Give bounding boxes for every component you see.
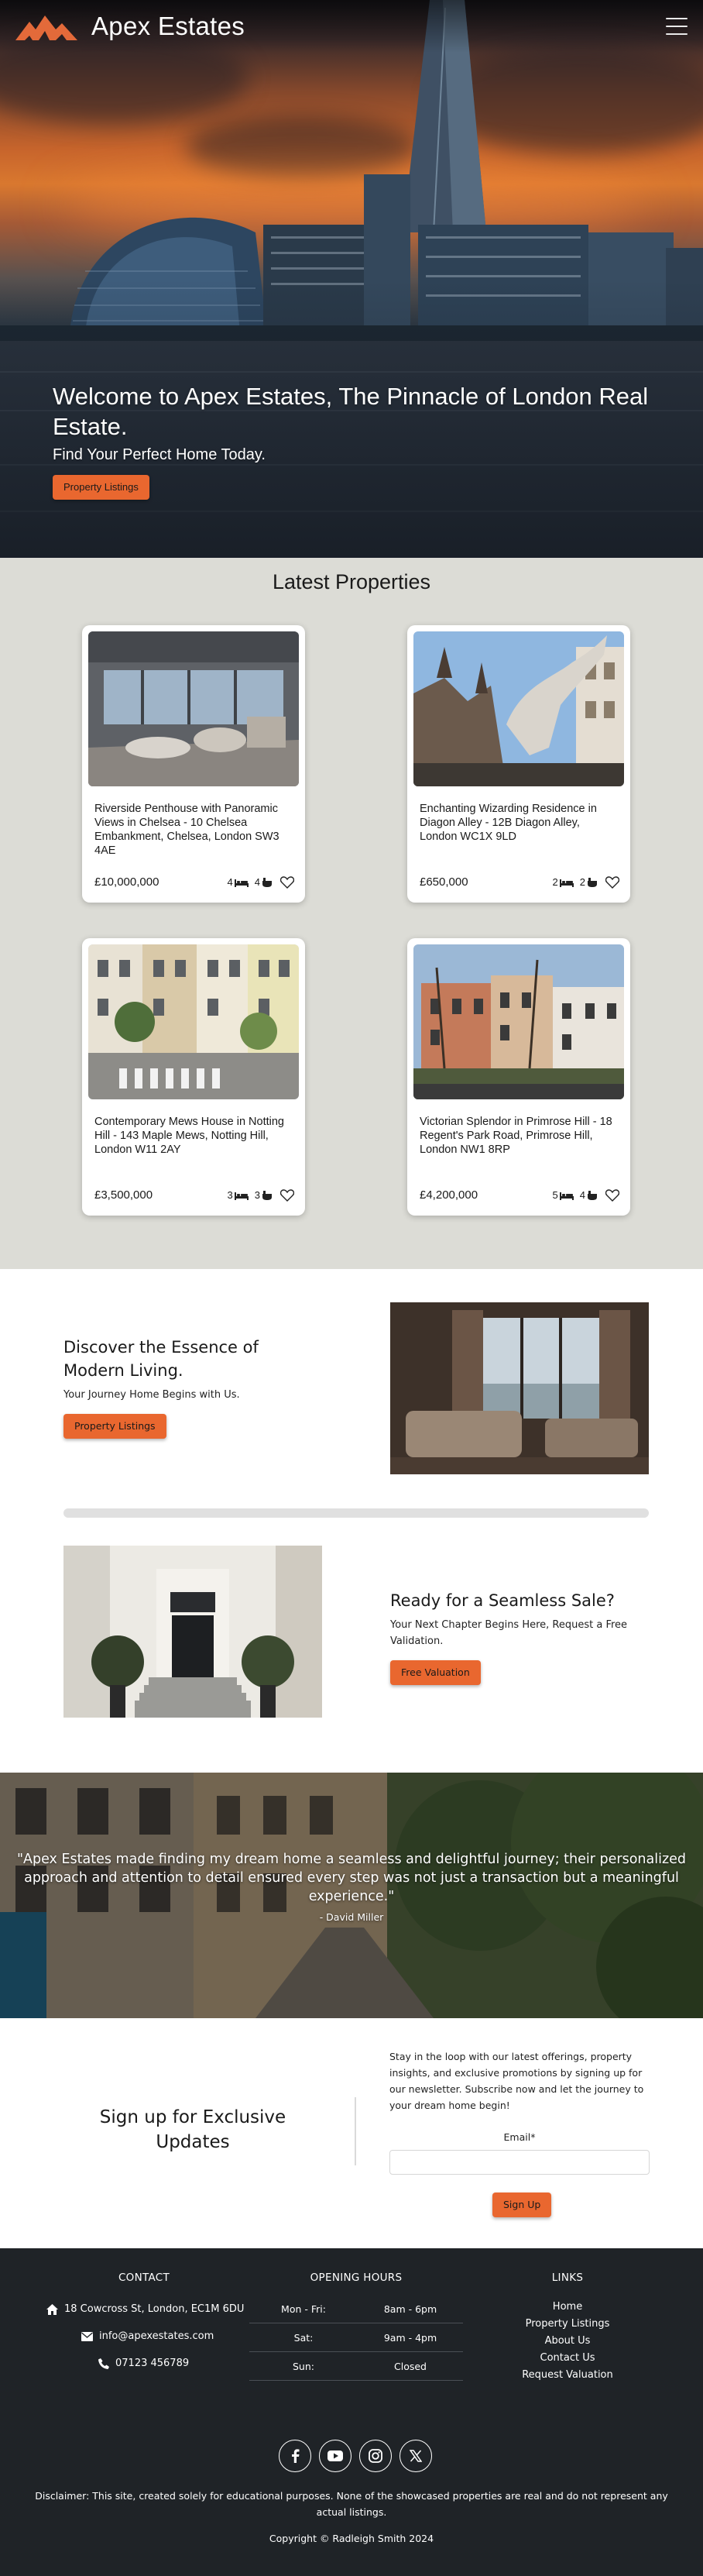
bathroom-count: 2 [580, 876, 598, 888]
bed-icon [559, 1192, 574, 1200]
property-meta: £10,000,000 4 4 [94, 875, 294, 889]
contact-phone[interactable]: 07123 456789 [98, 2358, 189, 2369]
hero-property-listings-button[interactable]: Property Listings [53, 475, 149, 500]
footer-link-home[interactable]: Home [490, 2301, 645, 2313]
links-heading: LINKS [551, 2272, 584, 2284]
signup-separator [355, 2097, 356, 2165]
sign-up-button[interactable]: Sign Up [492, 2193, 552, 2217]
bath-icon [262, 1190, 272, 1200]
hamburger-menu-icon[interactable] [666, 18, 688, 35]
section-divider [63, 1508, 649, 1518]
property-card[interactable]: Enchanting Wizarding Residence in Diagon… [407, 625, 630, 903]
disclaimer: Disclaimer: This site, created solely fo… [35, 2490, 668, 2518]
signup-title: Sign up for Exclusive Updates [99, 2107, 286, 2152]
townhouse-photo [63, 1546, 322, 1718]
latest-properties-section: Latest Properties Riverside Penthouse wi… [0, 558, 703, 1269]
email-label: Email* [503, 2131, 536, 2143]
bath-icon [588, 1190, 597, 1200]
hours-row: Sun: Closed [249, 2352, 463, 2381]
hero-section: Apex Estates Welcome to Apex Estates, Th… [0, 0, 703, 558]
bedroom-count: 3 [228, 1189, 249, 1201]
contact-email[interactable]: info@apexestates.com [81, 2330, 214, 2342]
heart-icon[interactable] [605, 1188, 619, 1202]
property-card[interactable]: Victorian Splendor in Primrose Hill - 18… [407, 938, 630, 1216]
property-price: £650,000 [420, 875, 468, 889]
youtube-icon[interactable] [319, 2440, 352, 2472]
phone-icon [98, 2358, 109, 2369]
property-address: Victorian Splendor in Primrose Hill - 18… [420, 1116, 612, 1156]
bathroom-count: 4 [255, 876, 273, 888]
footer-link-property-listings[interactable]: Property Listings [490, 2318, 645, 2330]
mountain-logo-icon[interactable] [15, 11, 77, 42]
hero-title: Welcome to Apex Estates, The Pinnacle of… [53, 383, 649, 440]
brand-name[interactable]: Apex Estates [91, 12, 245, 41]
property-meta: £3,500,000 3 3 [94, 1188, 294, 1202]
property-photo [88, 944, 299, 1099]
feature-section: Discover the Essence of Modern Living. Y… [0, 1269, 703, 1773]
property-photo [88, 631, 299, 786]
discover-property-listings-button[interactable]: Property Listings [63, 1414, 166, 1439]
site-footer: CONTACT 18 Cowcross St, London, EC1M 6DU… [0, 2248, 703, 2576]
property-photo [413, 944, 624, 1099]
property-photo [413, 631, 624, 786]
bedroom-count: 5 [553, 1189, 574, 1201]
hero-text: Welcome to Apex Estates, The Pinnacle of… [53, 381, 672, 500]
property-card[interactable]: Riverside Penthouse with Panoramic Views… [82, 625, 305, 903]
free-valuation-button[interactable]: Free Valuation [390, 1660, 481, 1685]
testimonial-quote: "Apex Estates made finding my dream home… [16, 1852, 687, 1904]
heart-icon[interactable] [605, 875, 619, 889]
property-meta: £4,200,000 5 4 [420, 1188, 619, 1202]
hours-row: Mon - Fri: 8am - 6pm [249, 2295, 463, 2323]
property-address: Contemporary Mews House in Notting Hill … [94, 1116, 284, 1156]
bed-icon [234, 1192, 249, 1200]
sale-block: Ready for a Seamless Sale? Your Next Cha… [390, 1589, 649, 1685]
top-nav: Apex Estates [0, 0, 703, 53]
discover-title: Discover the Essence of Modern Living. [63, 1338, 259, 1380]
bath-icon [262, 877, 272, 887]
footer-link-request-valuation[interactable]: Request Valuation [490, 2369, 645, 2381]
property-price: £4,200,000 [420, 1188, 478, 1202]
bath-icon [588, 877, 597, 887]
hero-subtitle: Find Your Perfect Home Today. [53, 446, 266, 463]
footer-link-contact-us[interactable]: Contact Us [490, 2352, 645, 2364]
facebook-icon[interactable] [279, 2440, 311, 2472]
hours-row: Sat: 9am - 4pm [249, 2323, 463, 2352]
contact-address: 18 Cowcross St, London, EC1M 6DU [46, 2303, 244, 2315]
discover-subtitle: Your Journey Home Begins with Us. [63, 1389, 240, 1401]
copyright: Copyright © Radleigh Smith 2024 [269, 2533, 434, 2544]
sale-subtitle: Your Next Chapter Begins Here, Request a… [390, 1619, 628, 1647]
testimonial-author: - David Miller [319, 1911, 384, 1923]
email-field[interactable] [389, 2150, 650, 2175]
discover-block: Discover the Essence of Modern Living. Y… [63, 1336, 296, 1439]
living-room-photo [390, 1302, 649, 1474]
bedroom-count: 4 [228, 876, 249, 888]
home-icon [46, 2303, 58, 2315]
sale-title: Ready for a Seamless Sale? [390, 1591, 615, 1610]
property-meta: £650,000 2 2 [420, 875, 619, 889]
footer-link-about-us[interactable]: About Us [490, 2335, 645, 2347]
property-card[interactable]: Contemporary Mews House in Notting Hill … [82, 938, 305, 1216]
bathroom-count: 4 [580, 1189, 598, 1201]
bed-icon [559, 879, 574, 887]
property-price: £3,500,000 [94, 1188, 153, 1202]
instagram-icon[interactable] [359, 2440, 392, 2472]
envelope-icon [81, 2331, 93, 2341]
bathroom-count: 3 [255, 1189, 273, 1201]
heart-icon[interactable] [280, 1188, 294, 1202]
property-address: Riverside Penthouse with Panoramic Views… [94, 803, 279, 857]
newsletter-section: Sign up for Exclusive Updates Stay in th… [0, 2018, 703, 2248]
contact-heading: CONTACT [118, 2272, 170, 2284]
heart-icon[interactable] [280, 875, 294, 889]
signup-blurb: Stay in the loop with our latest offerin… [389, 2051, 644, 2111]
property-price: £10,000,000 [94, 875, 159, 889]
bed-icon [234, 879, 249, 887]
testimonial-section: "Apex Estates made finding my dream home… [0, 1773, 703, 2018]
x-twitter-icon[interactable] [400, 2440, 432, 2472]
bedroom-count: 2 [553, 876, 574, 888]
opening-hours-heading: OPENING HOURS [310, 2272, 403, 2284]
property-address: Enchanting Wizarding Residence in Diagon… [420, 803, 597, 843]
latest-properties-title: Latest Properties [272, 570, 431, 593]
